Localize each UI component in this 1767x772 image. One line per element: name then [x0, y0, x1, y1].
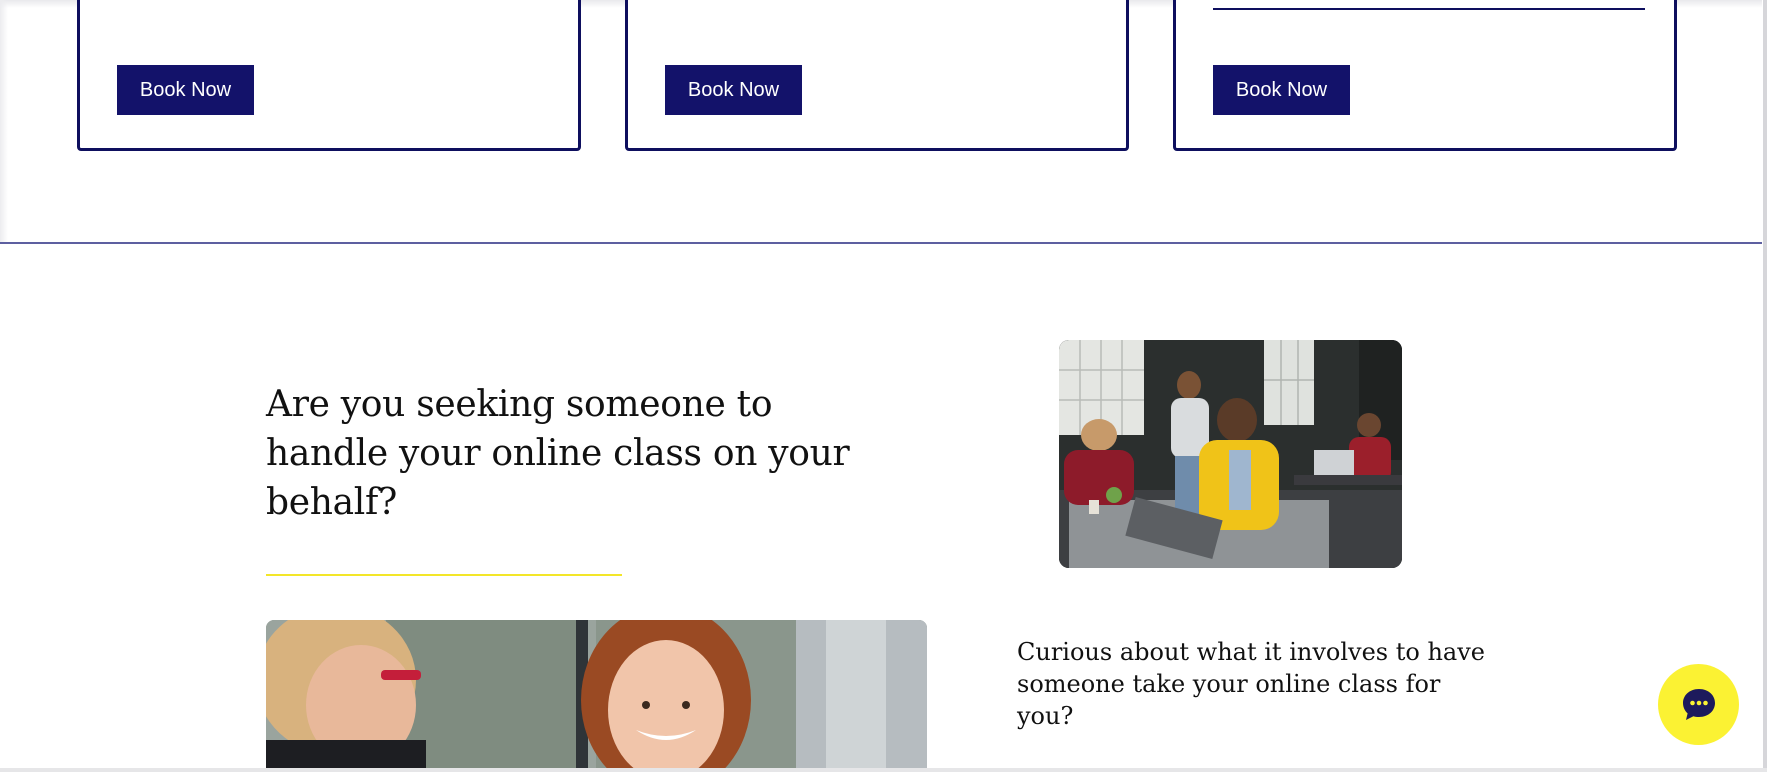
bottom-edge [0, 768, 1767, 772]
section-subheading: Curious about what it involves to have s… [1017, 638, 1485, 730]
page-viewport: Book Now Book Now Book Now Are you seeki… [0, 0, 1767, 772]
book-now-button-1[interactable]: Book Now [117, 65, 254, 115]
card-divider [1213, 8, 1645, 10]
section-heading: Are you seeking someone to handle your o… [266, 384, 850, 523]
book-now-button-3[interactable]: Book Now [1213, 65, 1350, 115]
book-now-button-2[interactable]: Book Now [665, 65, 802, 115]
classroom-photo [1059, 340, 1402, 568]
heading-underline [266, 574, 622, 576]
section-divider [0, 242, 1762, 244]
service-card-1: Book Now [77, 0, 581, 151]
scrollbar-edge [1763, 0, 1767, 772]
chat-bubble-icon [1683, 689, 1715, 720]
tutor-student-photo [266, 620, 927, 772]
service-card-3: Book Now [1173, 0, 1677, 151]
chat-button[interactable] [1658, 664, 1739, 745]
left-shadow [0, 0, 8, 244]
service-card-2: Book Now [625, 0, 1129, 151]
